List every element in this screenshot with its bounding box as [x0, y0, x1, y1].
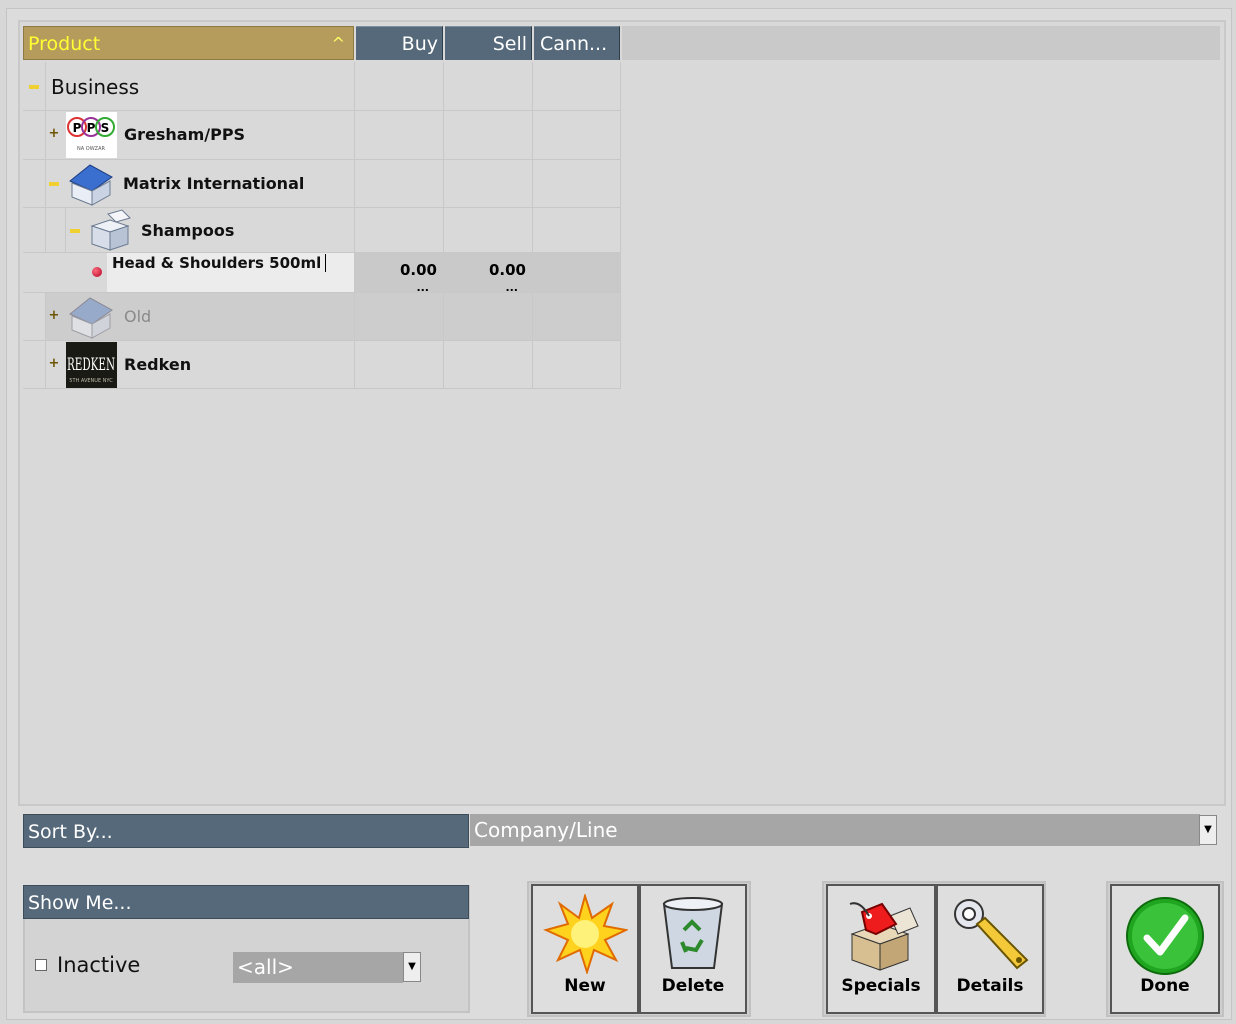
column-header-sell[interactable]: Sell [445, 26, 532, 60]
buy-cell [355, 341, 444, 389]
filter-dropdown[interactable]: <all> [233, 952, 403, 983]
svg-text:5TH AVENUE NYC: 5TH AVENUE NYC [69, 378, 113, 384]
tree-label: Redken [124, 355, 192, 374]
filter-dropdown-value: <all> [237, 955, 294, 979]
buy-cell [355, 208, 444, 253]
buy-cell [355, 111, 444, 160]
sell-cell [444, 293, 533, 341]
new-button-label: New [564, 976, 606, 996]
show-me-label: Show Me... [23, 885, 469, 919]
details-button[interactable]: Details [936, 884, 1044, 1014]
done-button[interactable]: Done [1110, 884, 1220, 1014]
box-icon [86, 208, 134, 252]
cann-cell [533, 111, 621, 160]
name-cell: + P P S NA OWZAR Gresham/PPS [23, 111, 355, 160]
svg-text:P: P [87, 121, 96, 135]
collapse-icon[interactable] [29, 85, 39, 89]
tree-label: Gresham/PPS [124, 125, 246, 144]
delete-button-label: Delete [661, 976, 725, 996]
tree-row-product[interactable]: Head & Shoulders 500ml 0.00 ... 0.00 ... [23, 253, 621, 294]
collapse-icon[interactable] [70, 229, 80, 233]
product-name-input[interactable]: Head & Shoulders 500ml [107, 253, 354, 292]
column-header-product-label: Product [28, 33, 101, 55]
svg-text:REDKEN: REDKEN [67, 355, 115, 375]
tree-row-old[interactable]: + Old [23, 293, 621, 341]
cann-cell [533, 341, 621, 389]
column-header-product[interactable]: Product ^ [23, 26, 354, 60]
sell-cell [444, 62, 533, 111]
sell-cell[interactable]: 0.00 ... [444, 253, 533, 294]
sort-by-dropdown-arrow-icon[interactable]: ▼ [1199, 815, 1217, 845]
inactive-checkbox[interactable] [35, 959, 47, 971]
name-cell: + REDKEN 5TH AVENUE NYC Redken [23, 341, 355, 389]
done-button-label: Done [1140, 976, 1190, 996]
buy-value: 0.00 [399, 261, 437, 279]
cann-cell [533, 208, 621, 253]
svg-text:P: P [73, 121, 82, 135]
specials-button[interactable]: Specials [826, 884, 936, 1014]
tree-row-gresham[interactable]: + P P S NA OWZAR Gresham/PPS [23, 111, 621, 160]
cann-cell [533, 160, 621, 208]
buy-cell [355, 160, 444, 208]
sell-cell [444, 208, 533, 253]
name-cell: Shampoos [23, 208, 355, 253]
expand-icon[interactable]: + [48, 309, 60, 322]
tree-label: Matrix International [123, 174, 305, 193]
checkmark-icon [1126, 897, 1204, 975]
buy-cell [355, 62, 444, 111]
wrench-icon [954, 899, 1029, 970]
recycle-bin-icon [662, 897, 724, 969]
sort-by-dropdown[interactable]: Company/Line [470, 814, 1200, 846]
cann-cell [533, 293, 621, 341]
sort-ascending-icon: ^ [331, 34, 345, 53]
house-icon [66, 161, 117, 207]
sell-value: 0.00 [488, 261, 526, 279]
sell-cell [444, 111, 533, 160]
name-cell: + Old [23, 293, 355, 341]
tree-row-shampoos[interactable]: Shampoos [23, 208, 621, 253]
house-icon [66, 294, 117, 340]
sell-cell [444, 160, 533, 208]
name-cell: Business [23, 62, 355, 111]
inactive-label: Inactive [57, 953, 141, 977]
details-button-label: Details [956, 976, 1024, 996]
buy-cell [355, 293, 444, 341]
filter-dropdown-arrow-icon[interactable]: ▼ [403, 952, 421, 982]
bullet-icon [92, 267, 102, 277]
text-cursor [325, 254, 326, 272]
header-filler [622, 26, 1220, 60]
cann-cell[interactable] [533, 253, 621, 293]
tree-label: Shampoos [141, 221, 235, 240]
tree-label: Old [124, 307, 152, 326]
expand-icon[interactable]: + [48, 357, 60, 370]
tree-label: Business [51, 75, 140, 99]
redken-logo: REDKEN 5TH AVENUE NYC [66, 342, 117, 388]
name-cell: Matrix International [23, 160, 355, 208]
collapse-icon[interactable] [49, 182, 59, 186]
new-button[interactable]: New [531, 884, 639, 1014]
specials-button-label: Specials [841, 976, 921, 996]
gresham-pps-logo: P P S NA OWZAR [66, 112, 117, 158]
expand-icon[interactable]: + [48, 127, 60, 140]
tree-row-redken[interactable]: + REDKEN 5TH AVENUE NYC Redken [23, 341, 621, 389]
column-header-buy[interactable]: Buy [356, 26, 443, 60]
name-cell: Head & Shoulders 500ml [23, 253, 355, 293]
svg-text:NA OWZAR: NA OWZAR [77, 146, 105, 152]
sell-cell [444, 341, 533, 389]
product-name-text: Head & Shoulders 500ml [112, 254, 322, 272]
sort-by-value: Company/Line [474, 818, 618, 842]
svg-text:S: S [101, 121, 110, 135]
sort-by-label: Sort By... [23, 814, 469, 848]
buy-cell[interactable]: 0.00 ... [355, 253, 444, 294]
column-header-cann[interactable]: Cann... [534, 26, 620, 60]
delete-button[interactable]: Delete [639, 884, 747, 1014]
tree-row-matrix[interactable]: Matrix International [23, 160, 621, 208]
tree-row-business[interactable]: Business [23, 62, 621, 111]
cann-cell [533, 62, 621, 111]
price-tag-box-icon [849, 902, 919, 971]
starburst-icon [543, 894, 628, 974]
